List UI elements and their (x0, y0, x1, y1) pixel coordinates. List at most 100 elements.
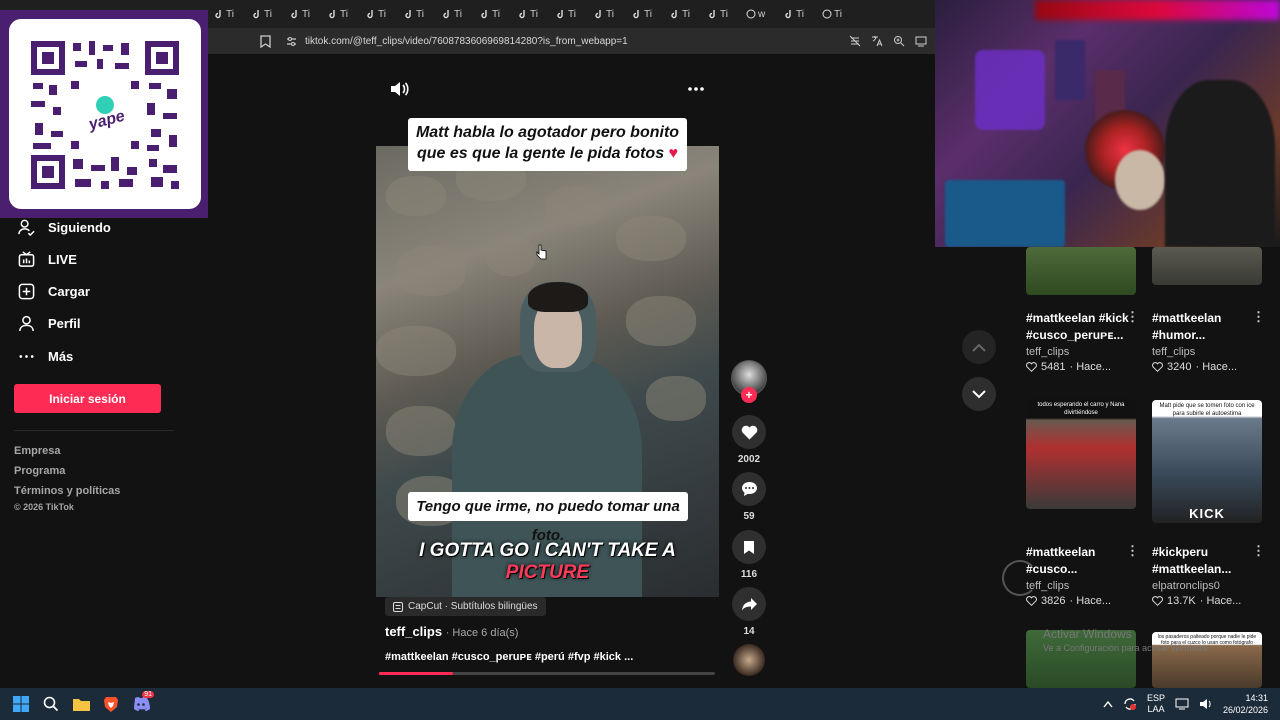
network-icon[interactable] (1175, 698, 1189, 710)
browser-tab[interactable]: Ti (360, 4, 398, 24)
video-thumbnail[interactable] (1026, 247, 1136, 295)
title-line: #kickperu (1152, 545, 1209, 559)
tiktok-icon (291, 10, 297, 19)
video-card-title[interactable]: #mattkeelan #humor... (1152, 310, 1262, 344)
chevron-down-icon (972, 389, 986, 398)
browser-tab[interactable]: Ti (664, 4, 702, 24)
profile-icon (19, 315, 34, 332)
discord-button[interactable]: 91 (126, 689, 156, 719)
title-line: #cusco_peruᴘᴇ... (1026, 328, 1124, 342)
search-button[interactable] (36, 689, 66, 719)
save-button[interactable] (732, 530, 766, 564)
start-button[interactable] (6, 689, 36, 719)
share-count: 14 (743, 626, 755, 637)
video-thumbnail[interactable]: todos esperando el carro y Nana divirtié… (1026, 398, 1136, 509)
url-field[interactable]: tiktok.com/@teff_clips/video/76087836069… (286, 36, 846, 47)
tab-label: Ti (492, 8, 500, 20)
video-card-title[interactable]: #kickperu #mattkeelan... (1152, 544, 1262, 578)
tiktok-icon (633, 10, 639, 19)
comment-icon (741, 482, 757, 496)
capcut-badge[interactable]: CapCut · Subtítulos bilingües (385, 597, 546, 616)
title-line: #mattkeelan (1152, 311, 1222, 325)
zoom-icon[interactable] (893, 35, 905, 47)
sidebar-item-following[interactable]: Siguiendo (18, 219, 111, 236)
sync-icon[interactable] (1123, 697, 1137, 711)
follow-plus-icon[interactable]: + (741, 387, 757, 403)
site-settings-icon[interactable] (286, 36, 297, 47)
post-time: · Hace 6 día(s) (445, 627, 519, 639)
translate-icon[interactable] (871, 35, 883, 47)
video-card-user[interactable]: teff_clips (1026, 346, 1069, 358)
cast-icon[interactable] (915, 35, 927, 47)
tiktok-icon (367, 10, 373, 19)
input-language[interactable]: ESP LAA (1147, 693, 1165, 715)
browser-tab[interactable]: Ti (284, 4, 322, 24)
bookmark-icon[interactable] (260, 34, 271, 48)
windows-taskbar: 91 ESP LAA 14:31 26/02/2026 (0, 688, 1280, 720)
chevron-up-icon[interactable] (1103, 700, 1113, 708)
browser-tab[interactable]: Ti (816, 4, 854, 24)
tiktok-icon (253, 10, 259, 19)
browser-tab[interactable]: Ti (322, 4, 360, 24)
browser-tab[interactable]: Ti (778, 4, 816, 24)
video-thumbnail[interactable] (1152, 247, 1262, 285)
kebab-menu-icon[interactable]: ⋮ (1252, 543, 1265, 559)
kebab-menu-icon[interactable]: ⋮ (1252, 309, 1265, 325)
live-icon (18, 251, 35, 267)
video-progress-bar[interactable] (379, 672, 715, 675)
sidebar-item-live[interactable]: LIVE (18, 251, 77, 268)
windows-activation-watermark: Activar Windows Ve a Configuración para a… (1043, 627, 1210, 655)
video-card-user[interactable]: teff_clips (1152, 346, 1195, 358)
folder-icon (72, 699, 90, 711)
led-strip (1035, 0, 1280, 20)
brave-browser-button[interactable] (96, 689, 126, 719)
next-video-button[interactable] (962, 377, 996, 411)
time-stat: · Hace... (1069, 361, 1112, 373)
tab-label: Ti (796, 8, 804, 20)
browser-tab[interactable]: Ti (474, 4, 512, 24)
video-hashtags[interactable]: #mattkeelan #cusco_peruᴘᴇ #perú #fvp #ki… (385, 651, 633, 663)
browser-tab[interactable]: Ti (208, 4, 246, 24)
browser-tab[interactable]: Ti (626, 4, 664, 24)
sidebar-item-more[interactable]: Más (18, 348, 73, 365)
video-card-user[interactable]: elpatronclips0 (1152, 580, 1220, 592)
reader-mode-icon[interactable] (849, 35, 861, 47)
hand-cursor-icon (536, 244, 547, 260)
video-card-title[interactable]: #mattkeelan #cusco... (1026, 544, 1136, 578)
music-disc[interactable] (733, 644, 765, 676)
share-button[interactable] (732, 587, 766, 621)
browser-tab[interactable]: Ti (702, 4, 740, 24)
browser-tab[interactable]: Ti (550, 4, 588, 24)
comment-button[interactable] (732, 472, 766, 506)
subtitle-en-text: I GOTTA GO I CAN'T TAKE A (419, 540, 676, 561)
sidebar-item-upload[interactable]: Cargar (18, 283, 90, 300)
browser-tab[interactable]: Ti (436, 4, 474, 24)
browser-tab[interactable]: Ti (512, 4, 550, 24)
like-button[interactable] (732, 415, 766, 449)
browser-tab[interactable]: w (740, 4, 778, 24)
login-button[interactable]: Iniciar sesión (14, 384, 161, 413)
volume-icon[interactable] (1199, 698, 1213, 710)
footer-link-terms[interactable]: Términos y políticas (14, 485, 120, 497)
clock[interactable]: 14:31 26/02/2026 (1223, 692, 1268, 716)
browser-tab[interactable]: Ti (588, 4, 626, 24)
sidebar-item-profile[interactable]: Perfil (18, 315, 81, 332)
footer-link-program[interactable]: Programa (14, 465, 65, 477)
video-card-title[interactable]: #mattkeelan #kick #cusco_peruᴘᴇ... (1026, 310, 1136, 344)
tiktok-icon (329, 10, 335, 19)
browser-tab[interactable]: Ti (398, 4, 436, 24)
like-stat: 5481 (1041, 361, 1066, 373)
kebab-menu-icon[interactable]: ⋮ (1126, 309, 1139, 325)
author-name[interactable]: teff_clips (385, 624, 442, 639)
browser-tab[interactable]: Ti (246, 4, 284, 24)
subtitle-en-highlight: PICTURE (505, 562, 590, 583)
video-author[interactable]: teff_clips · Hace 6 día(s) (385, 624, 518, 639)
kebab-menu-icon[interactable]: ⋮ (1126, 543, 1139, 559)
more-options-icon[interactable] (687, 86, 705, 92)
video-thumbnail[interactable]: Matt pide que se tomen foto con ice para… (1152, 400, 1262, 523)
file-explorer-button[interactable] (66, 689, 96, 719)
following-icon (18, 219, 35, 236)
footer-link-company[interactable]: Empresa (14, 445, 60, 457)
previous-video-button[interactable] (962, 330, 996, 364)
volume-icon[interactable] (390, 81, 409, 97)
